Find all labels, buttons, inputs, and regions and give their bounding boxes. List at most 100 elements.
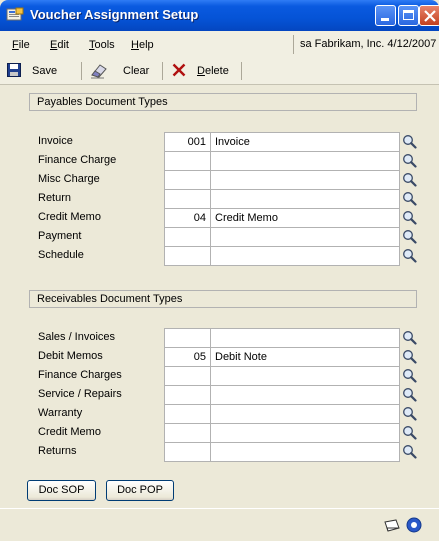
document-code-field[interactable]: [164, 366, 211, 385]
document-code-field[interactable]: [164, 189, 211, 208]
magnifier-lookup-icon[interactable]: [402, 425, 417, 440]
doc-pop-button[interactable]: Doc POP: [106, 480, 174, 501]
row-label: Schedule: [38, 249, 84, 261]
magnifier-lookup-icon[interactable]: [402, 330, 417, 345]
magnifier-lookup-icon[interactable]: [402, 153, 417, 168]
document-description-field: [210, 423, 400, 442]
magnifier-lookup-icon[interactable]: [402, 134, 417, 149]
table-row: Schedule: [29, 246, 417, 266]
toolbar-separator: [81, 62, 82, 80]
help-icon[interactable]: [406, 517, 422, 533]
menu-help-rest: elp: [138, 39, 154, 51]
magnifier-lookup-icon[interactable]: [402, 172, 417, 187]
row-label: Sales / Invoices: [38, 331, 116, 343]
document-description-field: [210, 151, 400, 170]
document-description-field: [210, 246, 400, 266]
table-row: Credit Memo 04 Credit Memo: [29, 208, 417, 227]
menu-edit[interactable]: Edit: [50, 39, 69, 51]
table-row: Service / Repairs: [29, 385, 417, 404]
menu-edit-rest: dit: [57, 39, 69, 51]
menu-tools[interactable]: Tools: [89, 39, 115, 51]
toolbar: Save Clear Delete: [0, 58, 439, 85]
row-label: Credit Memo: [38, 211, 101, 223]
window-title: Voucher Assignment Setup: [30, 7, 199, 22]
window-app-icon: [6, 7, 24, 23]
document-code-field[interactable]: 001: [164, 132, 211, 151]
table-row: Returns: [29, 442, 417, 462]
payables-section-header: Payables Document Types: [29, 93, 417, 111]
document-code-field[interactable]: [164, 404, 211, 423]
close-icon: [424, 10, 436, 22]
status-bar: [0, 508, 439, 541]
delete-accel: D: [197, 65, 205, 77]
row-label: Payment: [38, 230, 82, 242]
eraser-icon: [91, 64, 107, 79]
doc-sop-button[interactable]: Doc SOP: [27, 480, 96, 501]
menu-file[interactable]: File: [12, 39, 30, 51]
row-label: Return: [38, 192, 72, 204]
document-description-field: [210, 404, 400, 423]
row-label: Finance Charges: [38, 369, 122, 381]
table-row: Invoice 001 Invoice: [29, 132, 417, 151]
document-code-field[interactable]: [164, 170, 211, 189]
table-row: Payment: [29, 227, 417, 246]
row-label: Credit Memo: [38, 426, 101, 438]
row-label: Returns: [38, 445, 77, 457]
magnifier-lookup-icon[interactable]: [402, 444, 417, 459]
magnifier-lookup-icon[interactable]: [402, 210, 417, 225]
document-description-field: Credit Memo: [210, 208, 400, 227]
document-code-field[interactable]: [164, 227, 211, 246]
magnifier-lookup-icon[interactable]: [402, 349, 417, 364]
document-description-field: [210, 385, 400, 404]
close-button[interactable]: [419, 5, 439, 26]
document-description-field: [210, 328, 400, 347]
toolbar-separator: [241, 62, 242, 80]
toolbar-separator: [162, 62, 163, 80]
menu-tools-rest: ools: [94, 39, 115, 51]
document-code-field[interactable]: [164, 442, 211, 462]
magnifier-lookup-icon[interactable]: [402, 406, 417, 421]
save-icon: [7, 63, 21, 77]
note-icon[interactable]: [383, 519, 401, 533]
document-code-field[interactable]: 04: [164, 208, 211, 227]
document-description-field: [210, 227, 400, 246]
table-row: Warranty: [29, 404, 417, 423]
save-button[interactable]: Save: [5, 61, 75, 81]
minimize-button[interactable]: [375, 5, 396, 26]
menu-help[interactable]: Help: [131, 39, 154, 51]
magnifier-lookup-icon[interactable]: [402, 387, 417, 402]
row-label: Service / Repairs: [38, 388, 122, 400]
user-company-date: sa Fabrikam, Inc. 4/12/2007: [293, 35, 439, 54]
menu-file-accel: F: [12, 39, 19, 51]
table-row: Misc Charge: [29, 170, 417, 189]
row-label: Misc Charge: [38, 173, 100, 185]
document-description-field: [210, 442, 400, 462]
row-label: Finance Charge: [38, 154, 117, 166]
menu-file-rest: ile: [18, 39, 30, 51]
delete-rest: elete: [204, 65, 229, 77]
document-code-field[interactable]: [164, 328, 211, 347]
delete-label-text: Delete: [197, 65, 229, 77]
magnifier-lookup-icon[interactable]: [402, 229, 417, 244]
magnifier-lookup-icon[interactable]: [402, 248, 417, 263]
row-label: Debit Memos: [38, 350, 103, 362]
delete-x-icon: [172, 63, 186, 77]
clear-button[interactable]: Clear: [88, 61, 156, 81]
document-description-field: [210, 189, 400, 208]
magnifier-lookup-icon[interactable]: [402, 368, 417, 383]
delete-button[interactable]: Delete: [170, 61, 238, 81]
document-code-field[interactable]: [164, 246, 211, 266]
maximize-button[interactable]: [398, 5, 419, 26]
row-label: Warranty: [38, 407, 83, 419]
save-label: Save: [32, 65, 58, 77]
document-code-field[interactable]: [164, 151, 211, 170]
document-description-field: [210, 170, 400, 189]
document-code-field[interactable]: [164, 385, 211, 404]
table-row: Sales / Invoices: [29, 328, 417, 347]
document-description-field: [210, 366, 400, 385]
magnifier-lookup-icon[interactable]: [402, 191, 417, 206]
row-label: Invoice: [38, 135, 73, 147]
document-code-field[interactable]: 05: [164, 347, 211, 366]
title-bar[interactable]: Voucher Assignment Setup: [0, 0, 439, 31]
document-code-field[interactable]: [164, 423, 211, 442]
